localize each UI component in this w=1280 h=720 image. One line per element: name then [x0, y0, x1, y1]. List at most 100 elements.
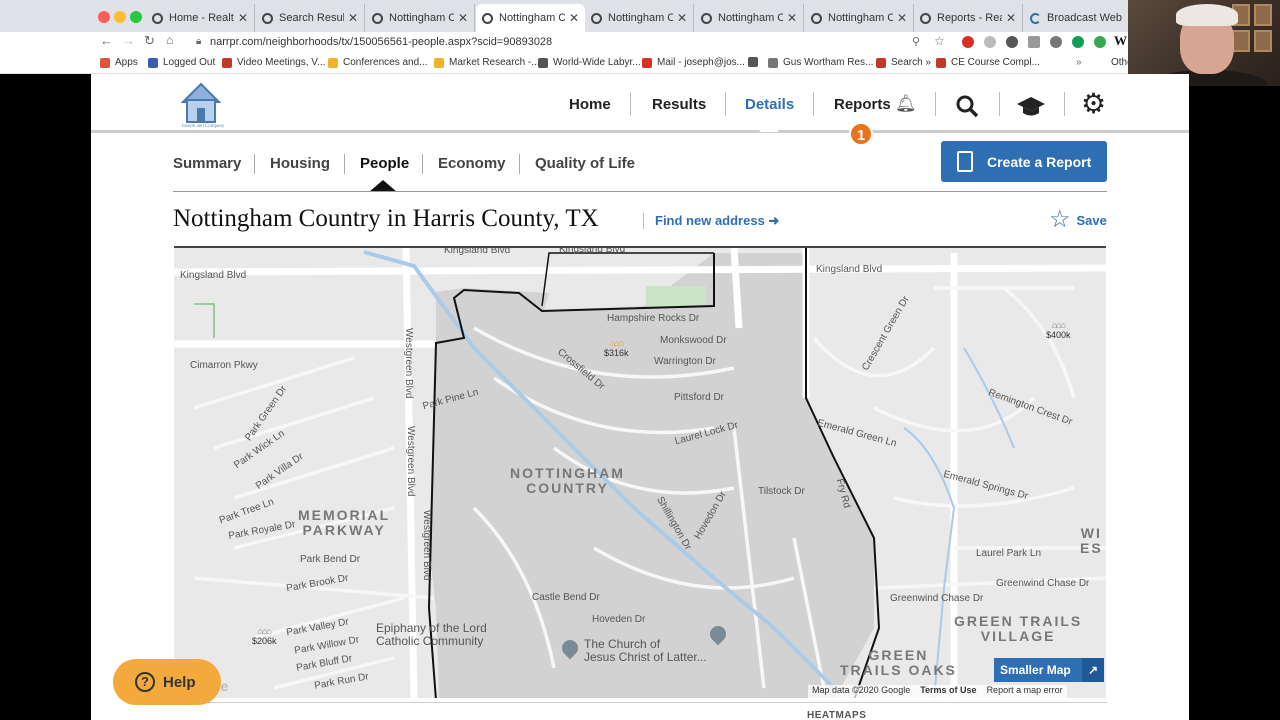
browser-tab[interactable]: Home - Realtors✕ [146, 4, 255, 32]
nav-divider [725, 92, 726, 116]
nav-reports[interactable]: Reports [834, 96, 891, 113]
find-new-address-link[interactable]: Find new address ➜ [643, 213, 779, 229]
nav-divider [813, 92, 814, 116]
extension-icon[interactable] [984, 36, 996, 48]
close-tab-icon[interactable]: ✕ [458, 11, 468, 25]
street-label: Park Bend Dr [300, 554, 361, 565]
nav-results[interactable]: Results [652, 96, 706, 113]
bookmark-item[interactable]: World-Wide Labyr... [538, 57, 641, 68]
tab-favicon-icon [920, 12, 931, 24]
browser-tab[interactable]: Nottingham Cou✕ [366, 4, 475, 32]
street-label: Tilstock Dr [758, 486, 805, 497]
wikipedia-extension-icon[interactable]: W [1114, 33, 1127, 49]
bookmark-favicon-icon [748, 57, 758, 67]
report-map-error-link[interactable]: Report a map error [987, 685, 1063, 698]
close-tab-icon[interactable]: ✕ [569, 11, 579, 25]
neighborhood-map[interactable]: Kingsland Blvd Kingsland Blvd Kingsland … [174, 246, 1106, 698]
create-report-button[interactable]: Create a Report [941, 141, 1107, 182]
reload-icon[interactable]: ↻ [144, 33, 155, 49]
subnav-divider [344, 154, 345, 174]
close-tab-icon[interactable]: ✕ [238, 11, 248, 25]
bookmark-item[interactable]: Video Meetings, V... [222, 57, 325, 68]
tab-favicon-icon [482, 12, 493, 24]
site-logo[interactable]: Joseph and Company [173, 80, 233, 130]
street-label: Monkswood Dr [660, 335, 727, 346]
close-tab-icon[interactable]: ✕ [787, 11, 797, 25]
street-label: Greenwind Chase Dr [996, 578, 1090, 589]
nav-divider [630, 92, 631, 116]
price-marker[interactable]: ⌂⌂⌂ $316k [604, 338, 629, 358]
minimize-window-icon[interactable] [114, 11, 126, 23]
bookmark-item[interactable]: Conferences and... [328, 57, 428, 68]
extension-icon[interactable] [1006, 36, 1018, 48]
page-title: Nottingham Country in Harris County, TX [173, 205, 599, 232]
close-window-icon[interactable] [98, 11, 110, 23]
bookmark-apps[interactable]: Apps [100, 57, 138, 68]
picture-frame [1254, 30, 1272, 52]
tab-people[interactable]: People [360, 155, 409, 172]
star-outline-icon: ☆ [1049, 206, 1071, 233]
nav-home[interactable]: Home [569, 96, 611, 113]
browser-tab-active[interactable]: Nottingham Cou✕ [476, 4, 585, 32]
bookmark-item[interactable]: Logged Out [148, 57, 215, 68]
street-label: Cimarron Pkwy [190, 360, 258, 371]
terms-of-use-link[interactable]: Terms of Use [920, 685, 976, 698]
browser-tab[interactable]: Search Results f✕ [256, 4, 365, 32]
help-button[interactable]: ? Help [113, 659, 221, 705]
address-bar[interactable]: narrpr.com/neighborhoods/tx/150056561-pe… [190, 33, 930, 51]
bookmarks-overflow-icon[interactable]: » [1076, 57, 1082, 68]
extension-icon[interactable] [962, 36, 974, 48]
close-tab-icon[interactable]: ✕ [897, 11, 907, 25]
heatmaps-section-title: HEATMAPS [807, 710, 867, 720]
extension-icon[interactable] [1094, 36, 1106, 48]
save-button[interactable]: ☆ Save [1049, 206, 1107, 233]
bookmark-star-icon[interactable]: ☆ [934, 34, 945, 48]
browser-toolbar: ← → ↻ ⌂ 🔒︎ narrpr.com/neighborhoods/tx/1… [0, 32, 1128, 52]
document-icon [957, 151, 973, 172]
tab-summary[interactable]: Summary [173, 155, 241, 172]
back-arrow-icon[interactable]: ← [100, 33, 113, 48]
tab-quality-of-life[interactable]: Quality of Life [535, 155, 635, 172]
close-tab-icon[interactable]: ✕ [348, 11, 358, 25]
poi-lds-church[interactable]: The Church of Jesus Christ of Latter... [558, 636, 707, 664]
subnav-divider [422, 154, 423, 174]
bookmark-item[interactable]: CE Course Compl... [936, 57, 1040, 68]
tab-favicon-icon [372, 12, 383, 24]
bookmark-item[interactable]: Market Research -... [434, 57, 540, 68]
maximize-window-icon[interactable] [130, 11, 142, 23]
tab-housing[interactable]: Housing [270, 155, 330, 172]
graduation-cap-icon[interactable] [1016, 94, 1046, 118]
home-icon[interactable]: ⌂ [166, 33, 173, 47]
tab-favicon-icon [701, 12, 712, 24]
nav-divider [935, 92, 936, 116]
bookmark-item[interactable]: Mail - joseph@jos... [642, 57, 745, 68]
browser-tab[interactable]: Broadcast Webi [1024, 4, 1128, 32]
bookmark-item[interactable]: Gus Wortham Res... [768, 57, 873, 68]
browser-tab[interactable]: Nottingham Cou✕ [695, 4, 804, 32]
extension-icon[interactable] [1028, 36, 1040, 48]
poi-epiphany[interactable]: Epiphany of the Lord Catholic Community [376, 622, 730, 648]
close-tab-icon[interactable]: ✕ [677, 11, 687, 25]
street-label: Kingsland Blvd [816, 264, 883, 275]
map-data-credit: Map data ©2020 Google [812, 685, 911, 695]
tab-economy[interactable]: Economy [438, 155, 506, 172]
bell-icon[interactable]: 🔔︎ [895, 94, 917, 114]
price-marker[interactable]: ⌂⌂⌂ $206k [252, 626, 277, 646]
bookmark-item[interactable] [748, 57, 763, 67]
price-marker[interactable]: ⌂⌂⌂ $400k [1046, 320, 1071, 340]
tab-favicon-icon [262, 12, 273, 24]
close-tab-icon[interactable]: ✕ [1006, 11, 1016, 25]
bookmark-item[interactable]: Search » [876, 57, 931, 68]
nav-details[interactable]: Details [745, 96, 794, 113]
gear-icon[interactable]: ⚙ [1081, 88, 1106, 120]
smaller-map-button[interactable]: Smaller Map ↗ [994, 658, 1104, 682]
search-icon[interactable] [955, 94, 979, 118]
browser-tab[interactable]: Nottingham Cou✕ [585, 4, 694, 32]
browser-tab[interactable]: Reports - Realto✕ [914, 4, 1023, 32]
forward-arrow-icon[interactable]: → [122, 33, 135, 48]
tab-favicon-icon [152, 12, 163, 24]
browser-tab[interactable]: Nottingham Cou✕ [805, 4, 914, 32]
zoom-icon[interactable]: ⚲ [912, 35, 920, 48]
extension-icon[interactable] [1050, 36, 1062, 48]
extension-icon[interactable] [1072, 36, 1084, 48]
